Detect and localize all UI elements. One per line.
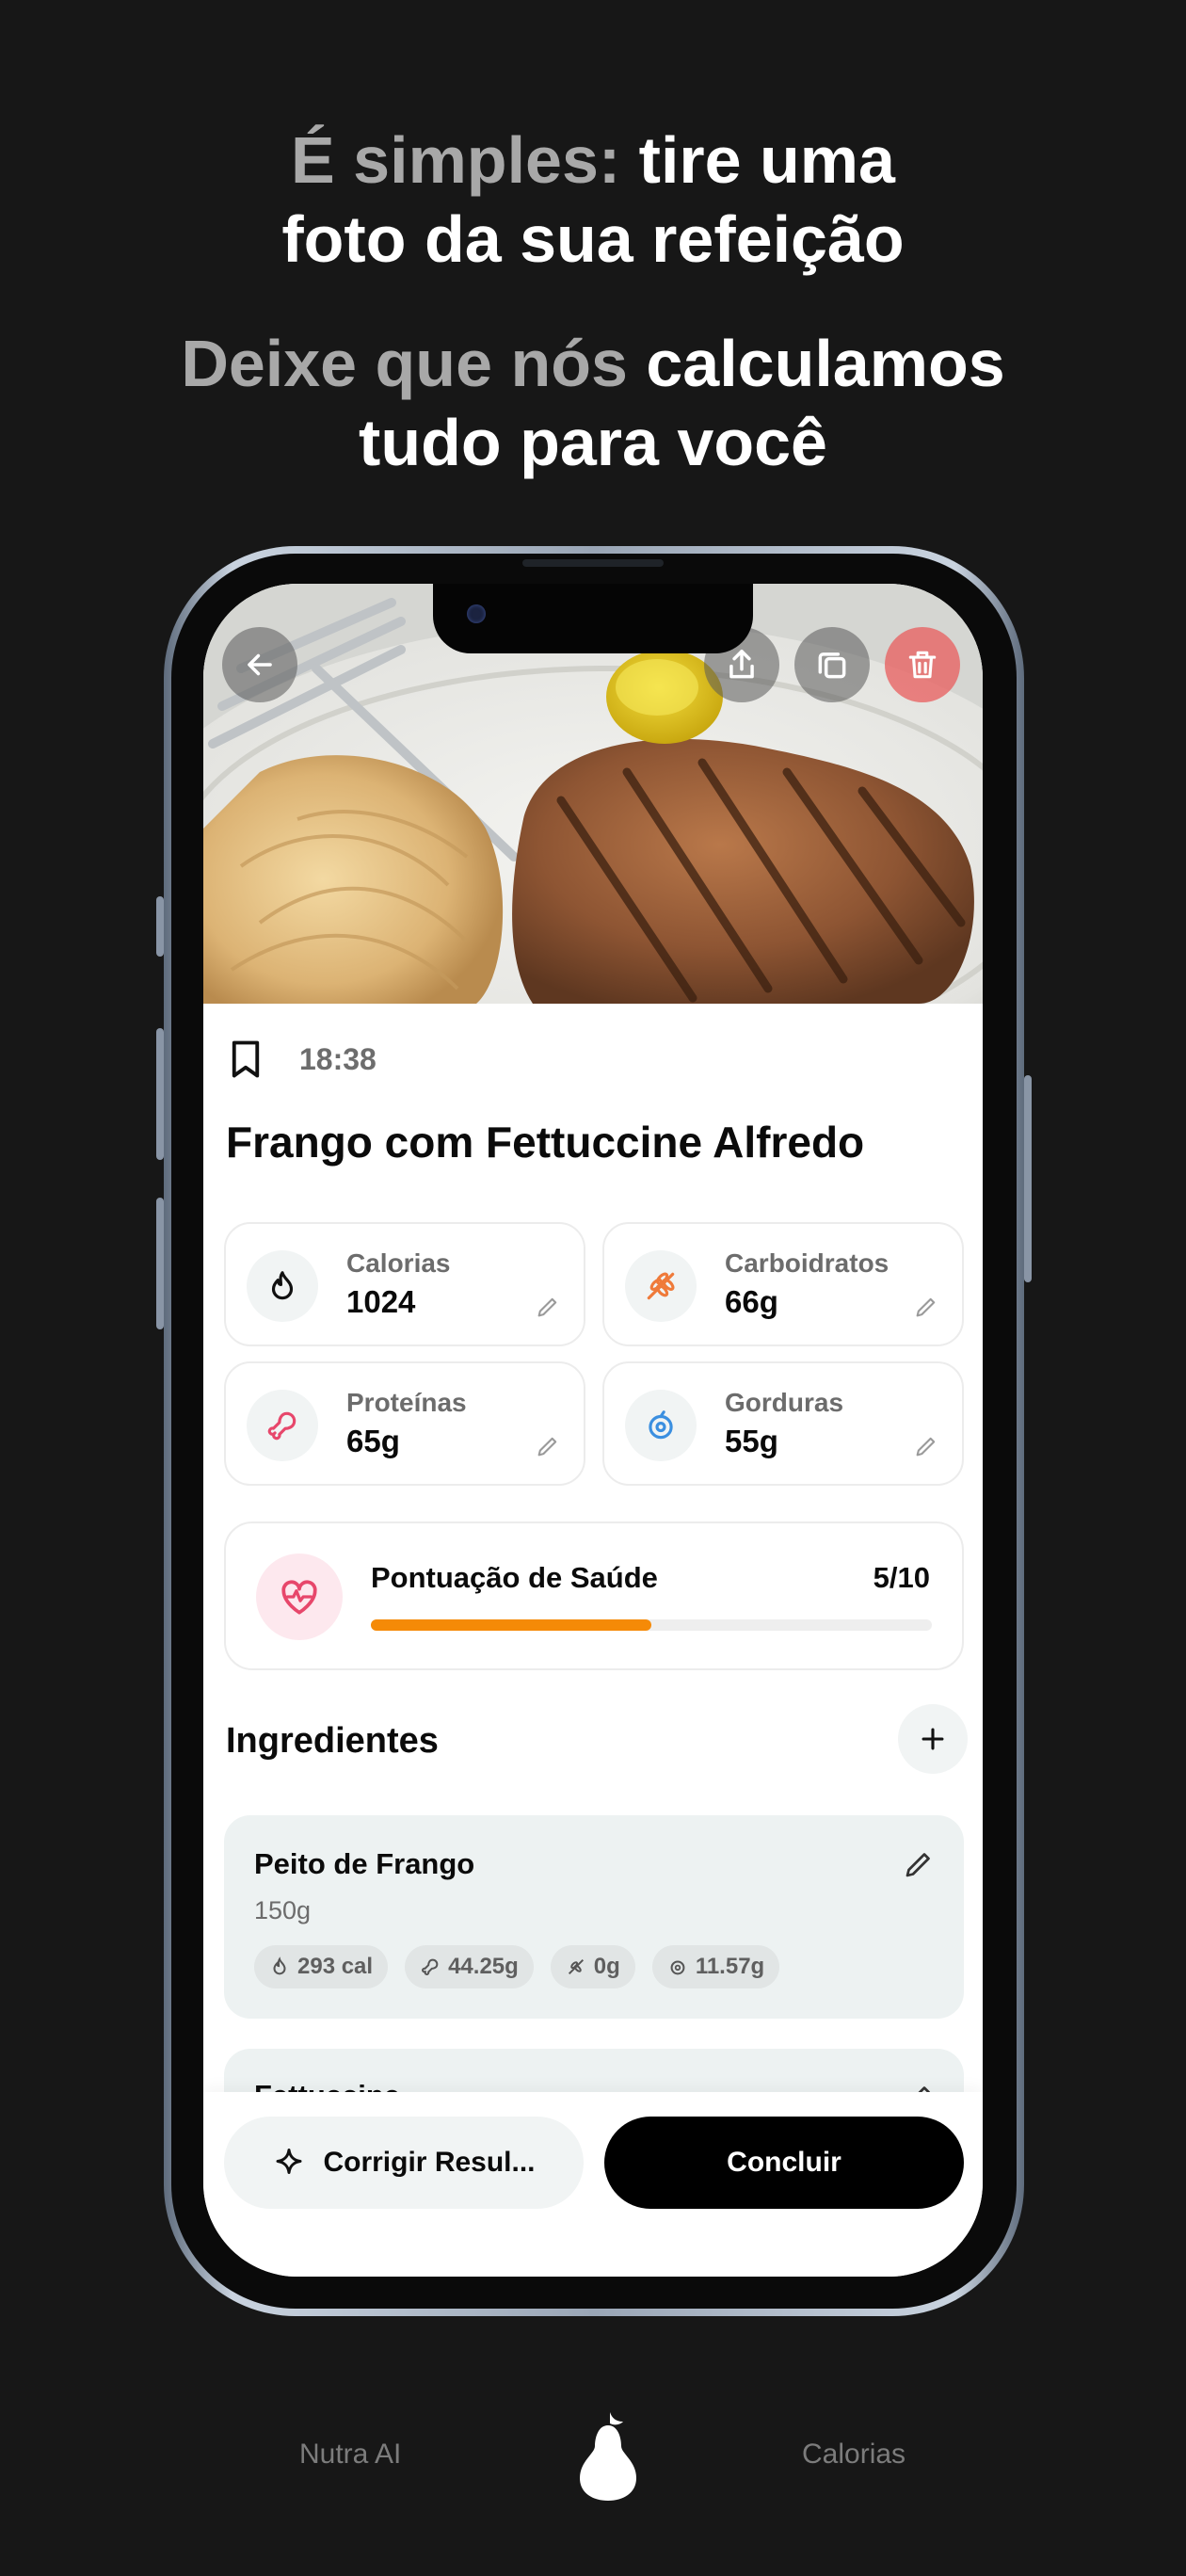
pencil-icon[interactable] <box>913 1294 939 1320</box>
fix-results-label: Corrigir Resul... <box>323 2147 536 2178</box>
headline-line3-muted: Deixe que nós <box>181 327 628 400</box>
macro-icon-wrap <box>247 1250 318 1322</box>
macro-label: Calorias <box>346 1248 451 1278</box>
macro-icon-wrap <box>625 1250 697 1322</box>
fix-results-button[interactable]: Corrigir Resul... <box>224 2117 584 2209</box>
wheat-icon <box>568 1958 584 1975</box>
macro-value: 66g <box>725 1284 778 1319</box>
macro-label: Carboidratos <box>725 1248 890 1278</box>
macro-value: 55g <box>725 1424 778 1458</box>
duplicate-button[interactable] <box>794 627 870 702</box>
chip-carbs-value: 0g <box>593 1954 620 1979</box>
speaker-grille <box>522 559 664 567</box>
flame-icon <box>273 1956 286 1975</box>
macro-card-calories[interactable]: Calorias 1024 <box>224 1222 585 1346</box>
pencil-icon[interactable] <box>902 1847 936 1881</box>
chip-fat: 11.57g <box>651 1945 780 1988</box>
health-score-card[interactable]: Pontuação de Saúde 5/10 <box>224 1521 964 1670</box>
health-score-label: Pontuação de Saúde <box>371 1561 658 1594</box>
footer-app-name: Nutra AI <box>299 2439 402 2470</box>
pencil-icon[interactable] <box>913 1433 939 1459</box>
drumstick-icon <box>422 1958 439 1975</box>
delete-button[interactable] <box>885 627 960 702</box>
health-score-fill <box>371 1619 651 1631</box>
chip-protein-value: 44.25g <box>448 1954 519 1979</box>
macro-card-carbs[interactable]: Carboidratos 66g <box>602 1222 964 1346</box>
headline-top: É simples: tire uma foto da sua refeição <box>0 121 1186 279</box>
share-icon <box>729 650 754 679</box>
macro-card-protein[interactable]: Proteínas 65g <box>224 1361 585 1486</box>
add-ingredient-button[interactable] <box>898 1704 968 1774</box>
drumstick-icon <box>267 1411 296 1441</box>
chip-calories-value: 293 cal <box>297 1954 374 1979</box>
meal-meta-row: 18:38 <box>226 1038 377 1081</box>
pencil-icon[interactable] <box>535 1294 561 1320</box>
wheat-icon <box>647 1272 675 1300</box>
macro-value: 1024 <box>346 1284 416 1319</box>
notch <box>433 584 753 653</box>
copy-icon <box>818 652 846 679</box>
droplet-icon <box>649 1410 673 1440</box>
phone-screen: 18:38 Frango com Fettuccine Alfredo Calo… <box>203 584 983 2277</box>
macro-card-fat[interactable]: Gorduras 55g <box>602 1361 964 1486</box>
ingredient-name: Peito de Frango <box>254 1847 475 1880</box>
health-icon-wrap <box>256 1554 343 1640</box>
health-score-value: 5/10 <box>873 1561 930 1594</box>
volume-down-button <box>156 1198 164 1329</box>
chip-fat-value: 11.57g <box>695 1954 765 1979</box>
plus-icon <box>922 1728 944 1750</box>
mute-switch <box>156 896 164 957</box>
pencil-icon[interactable] <box>535 1433 561 1459</box>
ingredient-nutrient-chips: 293 cal 44.25g 0g 11.57g <box>254 1945 780 1988</box>
headline-line4: tudo para você <box>359 406 827 479</box>
droplet-icon <box>670 1960 685 1975</box>
sparkle-icon <box>276 2149 302 2174</box>
macro-label: Gorduras <box>725 1388 844 1417</box>
pear-logo-icon <box>580 2412 636 2501</box>
chip-carbs: 0g <box>550 1945 635 1988</box>
ingredient-weight: 150g <box>254 1896 312 1924</box>
health-score-bar <box>371 1619 932 1631</box>
footer-calories: Calorias <box>802 2439 906 2470</box>
ingredients-title: Ingredientes <box>226 1721 439 1761</box>
macro-label: Proteínas <box>346 1388 467 1417</box>
bookmark-icon[interactable] <box>226 1038 265 1081</box>
headline-line2: foto da sua refeição <box>281 202 905 276</box>
headline-line1-muted: É simples: <box>291 123 621 197</box>
flame-icon <box>271 1271 294 1300</box>
front-camera <box>467 604 486 623</box>
macro-icon-wrap <box>247 1390 318 1461</box>
volume-up-button <box>156 1028 164 1160</box>
heart-pulse-icon <box>281 1580 317 1615</box>
meal-title: Frango com Fettuccine Alfredo <box>226 1118 865 1167</box>
macro-value: 65g <box>346 1424 400 1458</box>
done-button[interactable]: Concluir <box>604 2117 964 2209</box>
bottom-action-bar: Corrigir Resul... Concluir <box>203 2092 983 2277</box>
headline-line3-bright: calculamos <box>627 327 1005 400</box>
headline-line1-bright: tire uma <box>620 123 895 197</box>
chip-calories: 293 cal <box>254 1945 389 1988</box>
headline-bottom: Deixe que nós calculamos tudo para você <box>0 324 1186 482</box>
ingredient-card[interactable]: Peito de Frango 150g 293 cal 44.25g 0g 1… <box>224 1815 964 2019</box>
arrow-left-icon <box>248 653 272 676</box>
macro-icon-wrap <box>625 1390 697 1461</box>
trash-icon <box>908 651 937 679</box>
back-button[interactable] <box>222 627 297 702</box>
chip-protein: 44.25g <box>405 1945 534 1988</box>
power-button <box>1024 1075 1032 1282</box>
meal-time: 18:38 <box>299 1041 377 1076</box>
